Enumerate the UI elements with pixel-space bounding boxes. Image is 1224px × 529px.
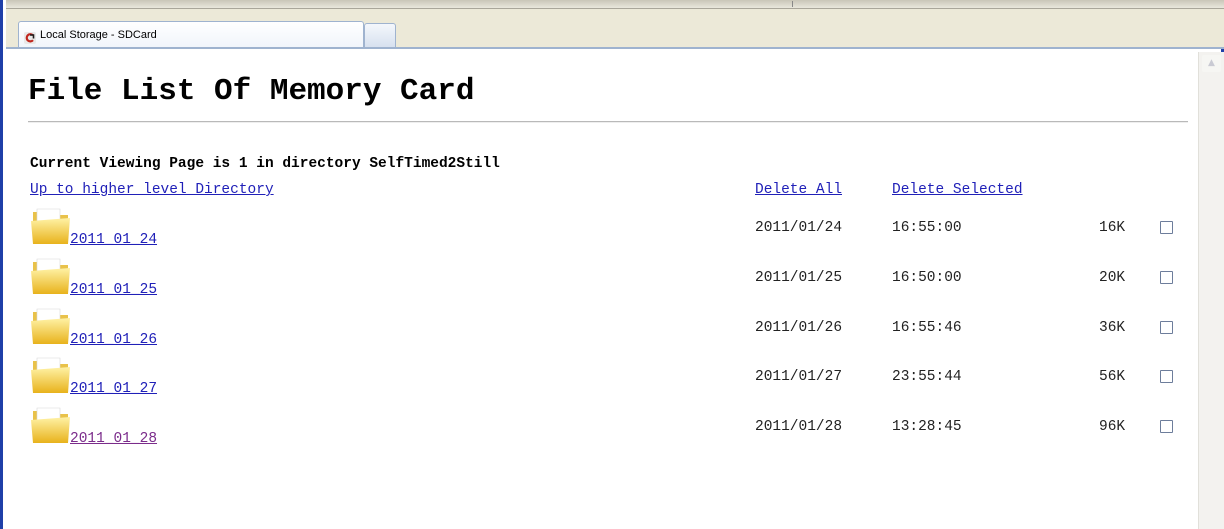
folder-link[interactable]: 2011_01_27 [70,381,157,397]
file-time: 23:55:44 [892,369,962,385]
new-tab-button[interactable] [364,23,396,47]
select-checkbox[interactable] [1160,321,1173,334]
page-title: File List Of Memory Card [28,74,475,109]
delete-all-link[interactable]: Delete All [755,182,842,198]
heading-divider [28,121,1188,123]
page-content: File List Of Memory Card Current Viewing… [6,52,1198,529]
folder-link[interactable]: 2011_01_28 [70,431,157,447]
storage-app-icon [24,29,36,44]
file-row: 2011_01_27 2011/01/27 23:55:44 56K [6,355,1198,405]
select-checkbox[interactable] [1160,420,1173,433]
file-size: 20K [1099,270,1126,286]
folder-link[interactable]: 2011_01_26 [70,332,157,348]
tab-title: Local Storage - SDCard [40,28,157,41]
browser-toolbar-strip [6,0,1224,9]
file-size: 96K [1099,419,1126,435]
folder-icon [30,306,72,346]
file-date: 2011/01/27 [755,369,843,385]
file-date: 2011/01/26 [755,320,843,336]
folder-icon [30,355,72,395]
file-time: 16:55:00 [892,220,962,236]
file-time: 16:55:46 [892,320,962,336]
toolbar-separator [792,1,793,7]
folder-icon [30,206,72,246]
select-checkbox[interactable] [1160,370,1173,383]
folder-icon [30,256,72,296]
up-directory-link[interactable]: Up to higher level Directory [30,182,274,198]
delete-selected-link[interactable]: Delete Selected [892,182,1023,198]
file-date: 2011/01/24 [755,220,843,236]
file-date: 2011/01/28 [755,419,843,435]
tab-bar: Local Storage - SDCard [6,9,1224,47]
file-size: 36K [1099,320,1126,336]
select-checkbox[interactable] [1160,221,1173,234]
file-time: 13:28:45 [892,419,962,435]
file-row: 2011_01_28 2011/01/28 13:28:45 96K [6,405,1198,455]
file-size: 56K [1099,369,1126,385]
tab-divider [6,47,1224,49]
file-row: 2011_01_25 2011/01/25 16:50:00 20K [6,256,1198,306]
tab-local-storage[interactable]: Local Storage - SDCard [18,21,364,47]
select-checkbox[interactable] [1160,271,1173,284]
file-date: 2011/01/25 [755,270,843,286]
browser-window: Local Storage - SDCard File List Of Memo… [0,0,1224,529]
vertical-scrollbar[interactable]: ▲ [1198,52,1224,529]
file-size: 16K [1099,220,1126,236]
file-time: 16:50:00 [892,270,962,286]
directory-status: Current Viewing Page is 1 in directory S… [30,156,500,172]
folder-icon [30,405,72,445]
scroll-up-arrow-icon[interactable]: ▲ [1202,55,1221,72]
folder-link[interactable]: 2011_01_24 [70,232,157,248]
file-row: 2011_01_24 2011/01/24 16:55:00 16K [6,206,1198,256]
file-row: 2011_01_26 2011/01/26 16:55:46 36K [6,306,1198,356]
folder-link[interactable]: 2011_01_25 [70,282,157,298]
